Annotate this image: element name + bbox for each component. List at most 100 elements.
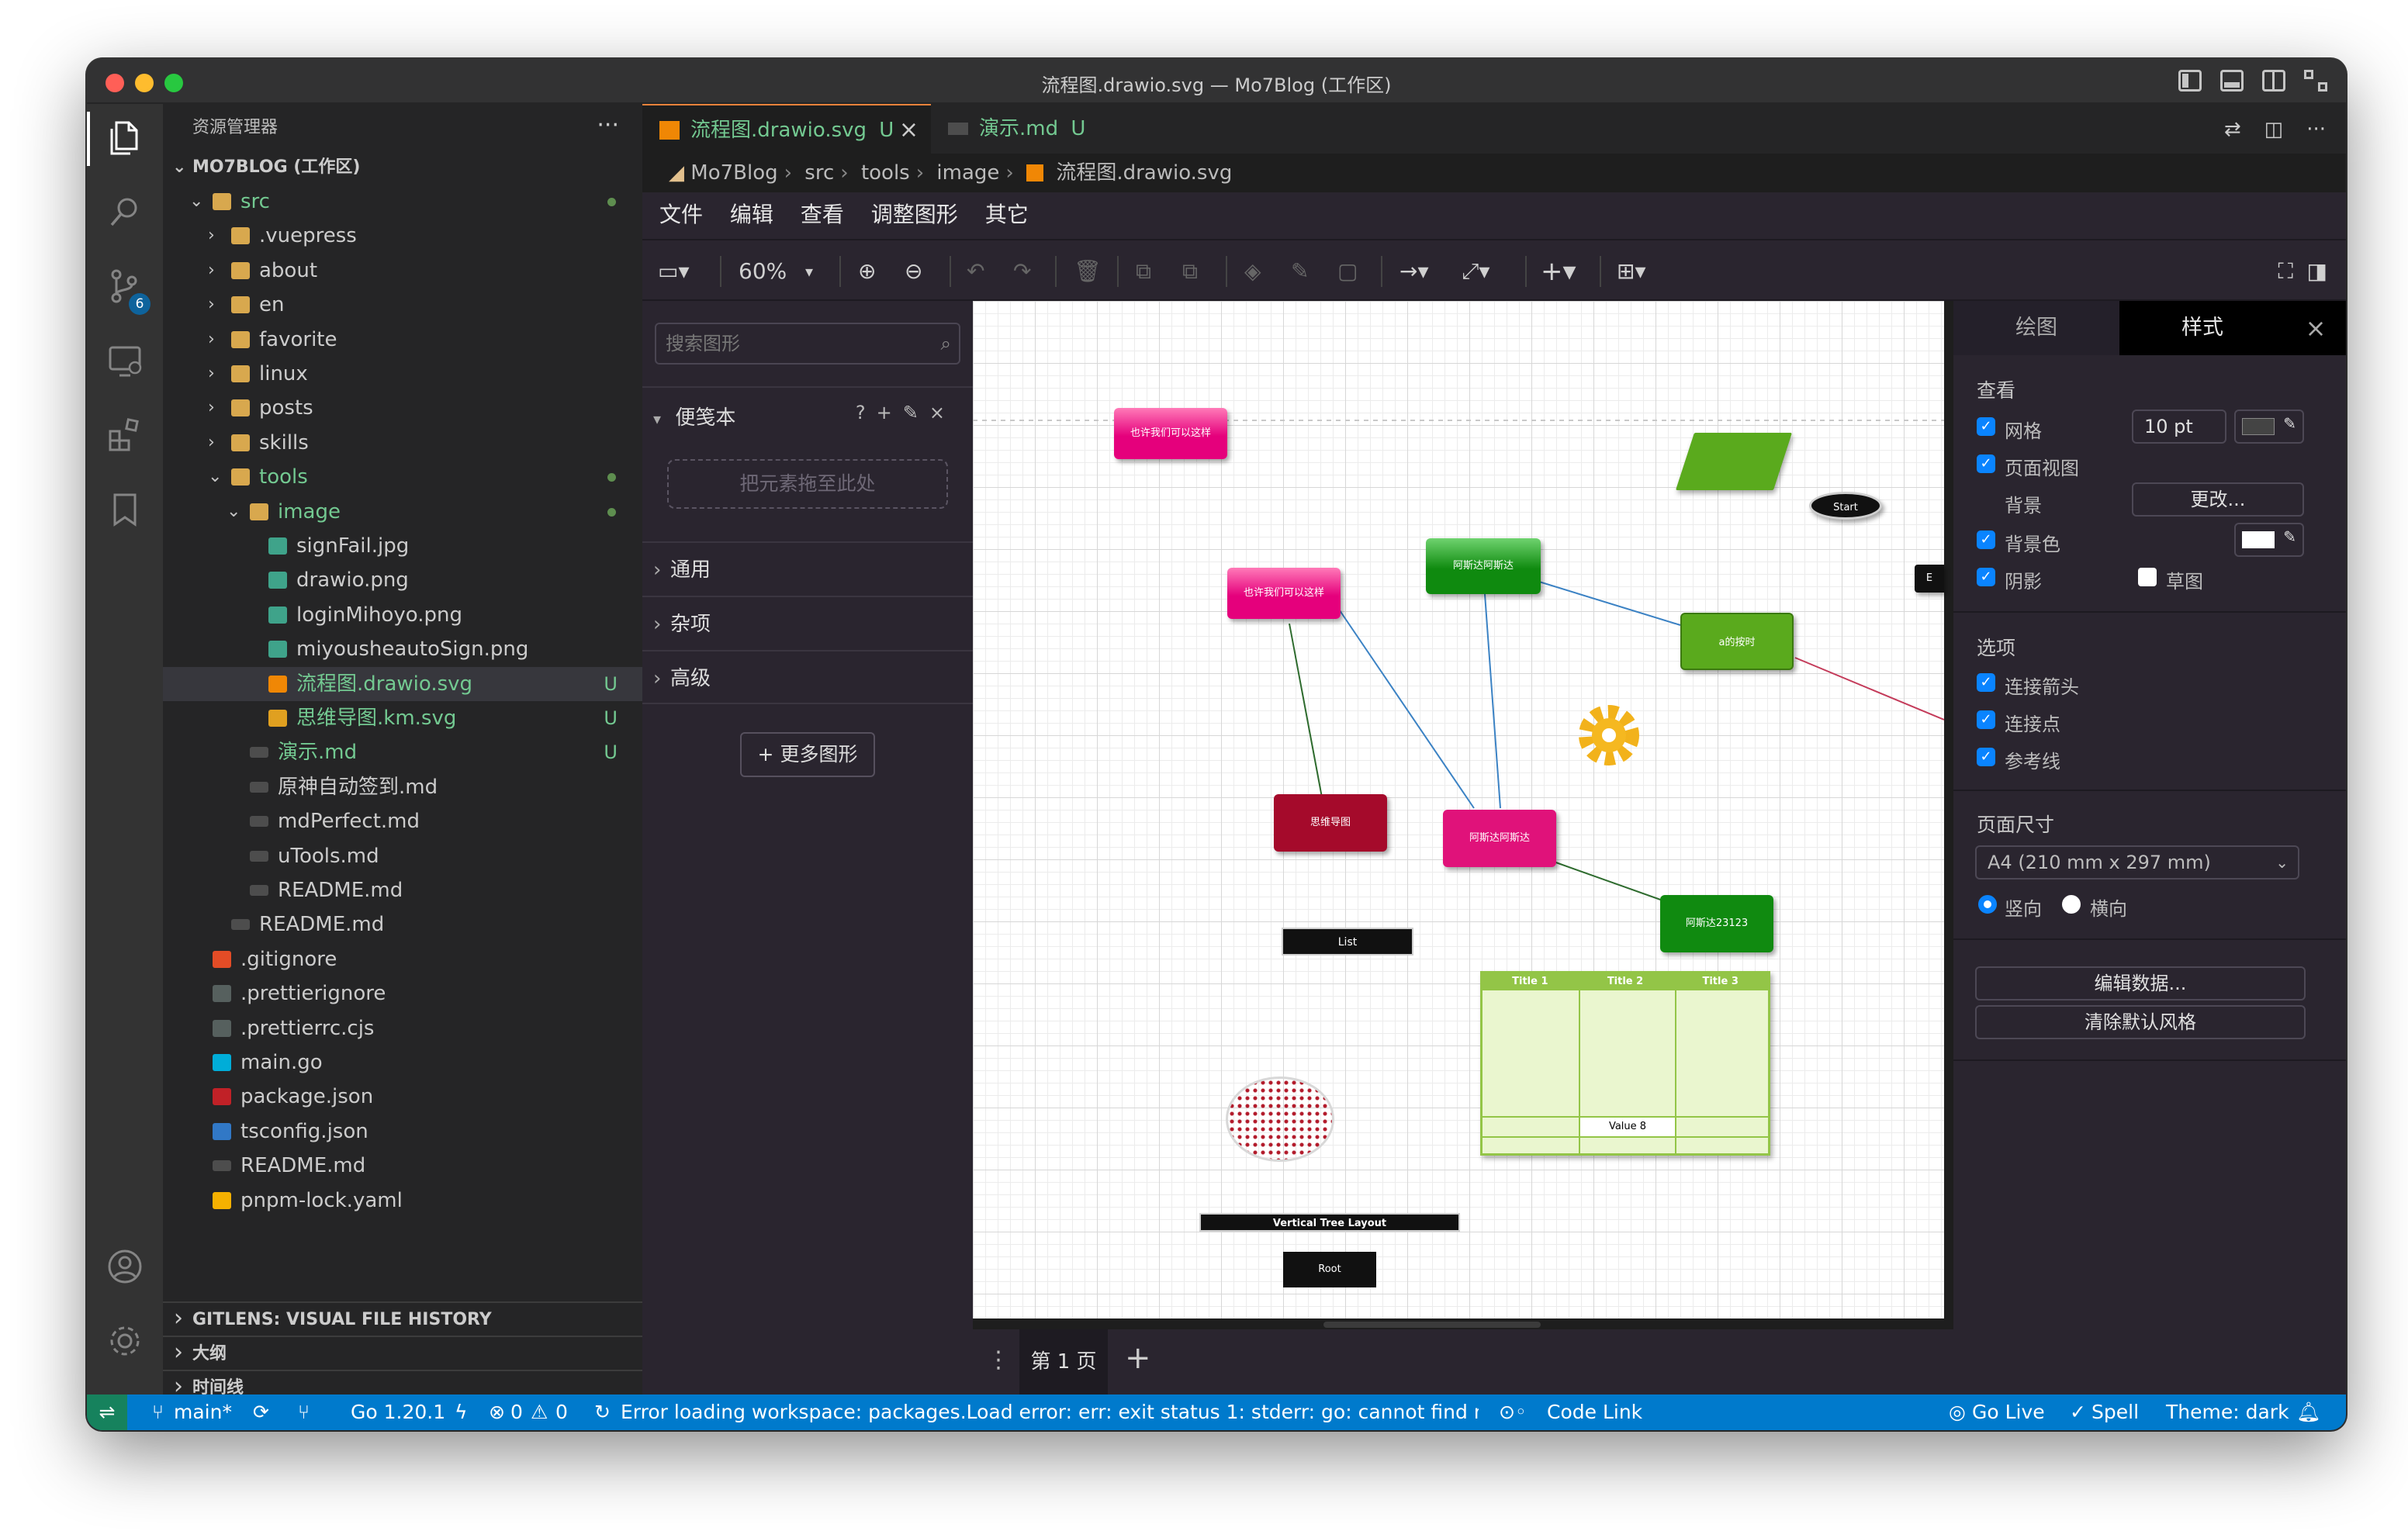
menu-edit[interactable]: 编辑 — [730, 202, 773, 227]
editor-more-icon[interactable]: ··· — [2306, 118, 2326, 141]
table-cell[interactable]: Value 8 — [1580, 1118, 1675, 1136]
file-item[interactable]: README.md — [163, 907, 642, 942]
section-gitlens[interactable]: GITLENS: VISUAL FILE HISTORY — [163, 1301, 642, 1336]
folder-item[interactable]: › skills — [163, 426, 642, 460]
file-item[interactable]: 演示.md U — [163, 735, 642, 769]
add-page-icon[interactable]: + — [1125, 1340, 1151, 1376]
chevron-down-icon[interactable]: ▾ — [805, 259, 813, 284]
file-item[interactable]: 原神自动签到.md — [163, 770, 642, 804]
change-background-button[interactable]: 更改... — [2132, 482, 2304, 517]
grid-checkbox[interactable]: ✓ — [1977, 417, 1995, 436]
waypoints-icon[interactable]: ⤢▾ — [1462, 259, 1489, 284]
file-item[interactable]: package.json — [163, 1080, 642, 1114]
edge[interactable] — [1289, 623, 1323, 798]
crumb[interactable]: Mo7Blog — [690, 161, 777, 185]
table-icon[interactable]: ⊞▾ — [1617, 259, 1646, 284]
gear-icon[interactable] — [1576, 696, 1642, 774]
crumb[interactable]: image — [936, 161, 999, 185]
menu-view[interactable]: 查看 — [801, 202, 844, 227]
sketch-checkbox[interactable] — [2138, 568, 2157, 586]
bookmarks-icon[interactable] — [104, 489, 146, 530]
file-item[interactable]: pnpm-lock.yaml — [163, 1184, 642, 1218]
tab-diagram[interactable]: 绘图 — [1953, 301, 2119, 355]
edge[interactable] — [1484, 593, 1501, 809]
toggle-secondary-sidebar-icon[interactable] — [2262, 70, 2285, 92]
file-item[interactable]: signFail.jpg — [163, 529, 642, 563]
file-item[interactable]: README.md — [163, 1149, 642, 1183]
process-node[interactable]: 思维导图 — [1274, 794, 1387, 852]
diagram-canvas[interactable]: 也许我们可以这样 也许我们可以这样 阿斯达阿斯达 a的按时 思维导图 阿斯达阿斯… — [973, 301, 1953, 1394]
tab-demo-md[interactable]: 演示.md U — [931, 104, 1140, 154]
status-message[interactable]: Error loading workspace: packages.Load e… — [621, 1394, 1479, 1430]
error-count[interactable]: 0 — [510, 1394, 523, 1430]
table-shape[interactable]: Title 1 Title 2 Title 3 Value 8 — [1480, 971, 1770, 1156]
clear-default-style-button[interactable]: 清除默认风格 — [1975, 1005, 2306, 1039]
file-item[interactable]: drawio.png — [163, 563, 642, 597]
line-color-icon[interactable]: ✎ — [1291, 259, 1309, 284]
close-icon[interactable]: × — [929, 402, 956, 423]
crumb[interactable]: tools — [861, 161, 910, 185]
process-node[interactable]: 阿斯达23123 — [1660, 895, 1773, 952]
process-node[interactable]: 阿斯达阿斯达 — [1443, 810, 1556, 867]
edge[interactable] — [1329, 595, 1475, 809]
tree-layout-title[interactable]: Vertical Tree Layout — [1199, 1213, 1460, 1232]
toggle-primary-sidebar-icon[interactable] — [2178, 70, 2202, 92]
menu-arrange[interactable]: 调整图形 — [871, 202, 958, 227]
fill-color-icon[interactable]: ◈ — [1244, 259, 1261, 284]
file-item[interactable]: README.md — [163, 873, 642, 907]
code-link[interactable]: Code Link — [1547, 1394, 1642, 1430]
file-item[interactable]: .gitignore — [163, 942, 642, 976]
undo-icon[interactable]: ↶ — [967, 259, 984, 284]
settings-gear-icon[interactable] — [104, 1320, 146, 1362]
edge[interactable] — [1538, 581, 1681, 626]
list-shape[interactable]: List — [1282, 928, 1413, 956]
theme[interactable]: Theme: dark — [2166, 1394, 2289, 1430]
redo-icon[interactable]: ↷ — [1013, 259, 1031, 284]
sync-icon[interactable]: ⟳ — [253, 1394, 269, 1430]
folder-item[interactable]: › posts — [163, 391, 642, 425]
folder-item[interactable]: › .vuepress — [163, 219, 642, 253]
search-icon[interactable] — [104, 191, 146, 233]
go-version[interactable]: Go 1.20.1 — [351, 1394, 445, 1430]
folder-item[interactable]: › about — [163, 254, 642, 288]
compare-changes-icon[interactable]: ⇄ — [2224, 118, 2241, 141]
to-front-icon[interactable]: ⧉ — [1136, 259, 1151, 284]
warning-count[interactable]: 0 — [555, 1394, 568, 1430]
file-item[interactable]: main.go — [163, 1045, 642, 1080]
parallelogram-shape[interactable] — [1675, 433, 1793, 490]
git-graph-icon[interactable]: ⑂ — [298, 1394, 310, 1430]
process-node[interactable]: a的按时 — [1680, 613, 1794, 670]
diagram-page[interactable]: 也许我们可以这样 也许我们可以这样 阿斯达阿斯达 a的按时 思维导图 阿斯达阿斯… — [973, 301, 1944, 1318]
remote-indicator[interactable]: ⇌ — [87, 1394, 127, 1430]
background-color-checkbox[interactable]: ✓ — [1977, 530, 1995, 549]
go-live[interactable]: Go Live — [1972, 1394, 2045, 1430]
file-item[interactable]: .prettierignore — [163, 976, 642, 1011]
tree-root-node[interactable]: Root — [1283, 1252, 1376, 1287]
landscape-radio[interactable] — [2062, 895, 2081, 914]
tab-style[interactable]: 样式 — [2119, 301, 2285, 355]
process-node[interactable]: 也许我们可以这样 — [1114, 408, 1227, 459]
file-item[interactable]: .prettierrc.cjs — [163, 1011, 642, 1045]
accounts-icon[interactable] — [104, 1246, 146, 1287]
grid-size-input[interactable]: 10 pt — [2132, 410, 2226, 444]
file-item[interactable]: tsconfig.json — [163, 1115, 642, 1149]
page-view-checkbox[interactable]: ✓ — [1977, 454, 1995, 473]
menu-file[interactable]: 文件 — [659, 202, 703, 227]
menu-extras[interactable]: 其它 — [985, 202, 1029, 227]
more-shapes-button[interactable]: + 更多图形 — [740, 732, 875, 777]
notifications-icon[interactable]: 🔔︎ — [2296, 1394, 2321, 1430]
close-tab-icon[interactable]: × — [899, 105, 919, 155]
edge-label-node[interactable]: E — [1915, 565, 1944, 593]
edge[interactable] — [1794, 657, 1944, 721]
portrait-radio[interactable] — [1978, 895, 1997, 914]
connection-style-icon[interactable]: →▾ — [1399, 259, 1429, 284]
paper-size-select[interactable]: A4 (210 mm x 297 mm) ⌄ — [1975, 845, 2299, 880]
explorer-icon[interactable] — [104, 116, 146, 158]
shadow-checkbox[interactable]: ✓ — [1977, 568, 1995, 586]
insert-icon[interactable]: +▾ — [1541, 258, 1576, 285]
fullscreen-icon[interactable]: ⛶ — [2278, 259, 2293, 284]
error-icon[interactable]: ⊗ — [489, 1394, 505, 1430]
horizontal-scrollbar[interactable] — [1323, 1322, 1541, 1328]
remote-explorer-icon[interactable] — [104, 340, 146, 382]
warning-icon[interactable]: ⚠ — [531, 1394, 548, 1430]
